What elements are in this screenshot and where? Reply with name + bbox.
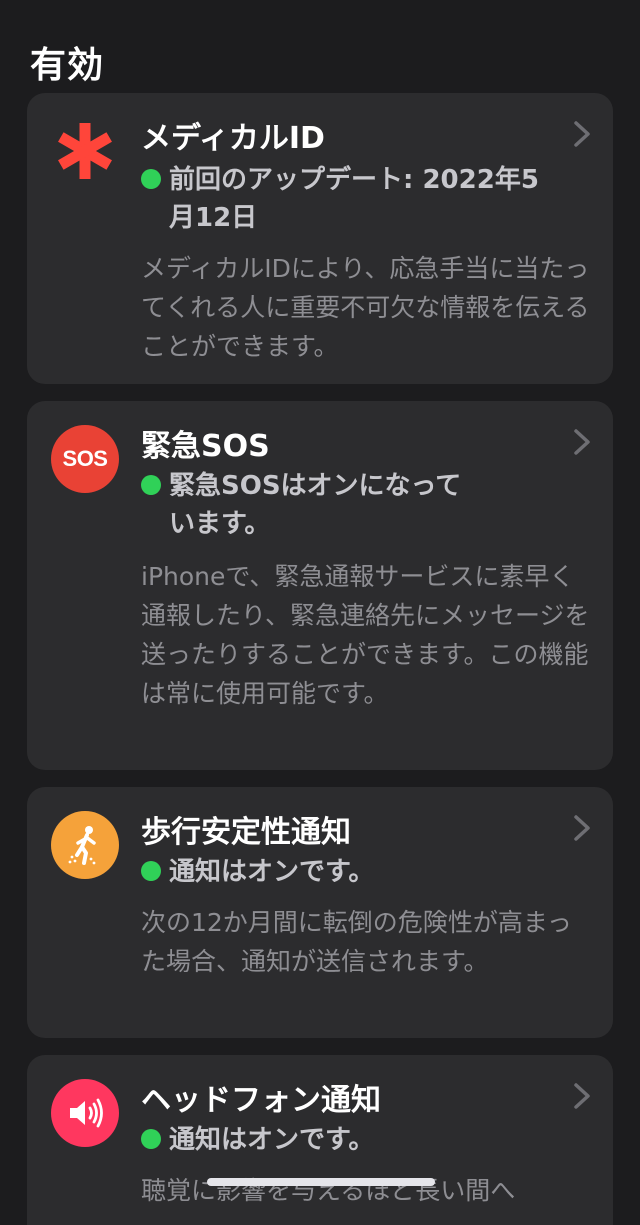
card-title: ヘッドフォン通知 — [141, 1083, 381, 1118]
section-title: 有効 — [30, 45, 105, 86]
emergency-sos-card[interactable]: SOS 緊急SOS 緊急SOSはオンになって います。 iPhoneで、緊急通報… — [27, 401, 613, 770]
status-text: 前回のアップデート: 2022年5 月12日 — [141, 161, 581, 237]
chevron-right-icon[interactable] — [571, 813, 593, 843]
home-indicator[interactable] — [207, 1178, 435, 1186]
status-dot-icon — [141, 475, 161, 495]
medical-id-card[interactable]: メディカルID 前回のアップデート: 2022年5 月12日 メディカルIDによ… — [27, 93, 613, 384]
status-text: 通知はオンです。 — [141, 853, 581, 891]
status-text: 通知はオンです。 — [141, 1121, 581, 1159]
card-title: 緊急SOS — [141, 429, 270, 464]
sos-icon-label: SOS — [62, 446, 108, 471]
chevron-right-icon[interactable] — [571, 427, 593, 457]
status-dot-icon — [141, 861, 161, 881]
card-description: メディカルIDにより、応急手当に当たってくれる人に重要不可欠な情報を伝えることが… — [141, 254, 590, 361]
chevron-right-icon[interactable] — [571, 119, 593, 149]
walking-steadiness-card[interactable]: 歩行安定性通知 通知はオンです。 次の12か月間に転倒の危険性が高まった場合、通… — [27, 787, 613, 1038]
walking-person-icon — [51, 811, 119, 879]
chevron-right-icon[interactable] — [571, 1081, 593, 1111]
card-description: iPhoneで、緊急通報サービスに素早く通報したり、緊急連絡先にメッセージを送っ… — [141, 562, 590, 708]
sos-icon: SOS — [51, 425, 119, 493]
status-dot-icon — [141, 169, 161, 189]
status-text: 緊急SOSはオンになって います。 — [141, 467, 581, 543]
status-dot-icon — [141, 1129, 161, 1149]
card-description: 聴覚に影響を与えるほど長い間へ — [141, 1176, 516, 1205]
medical-asterisk-icon — [51, 117, 119, 185]
card-description: 次の12か月間に転倒の危険性が高まった場合、通知が送信されます。 — [141, 908, 572, 976]
card-title: 歩行安定性通知 — [141, 815, 351, 850]
card-title: メディカルID — [141, 121, 325, 156]
speaker-sound-icon — [51, 1079, 119, 1147]
